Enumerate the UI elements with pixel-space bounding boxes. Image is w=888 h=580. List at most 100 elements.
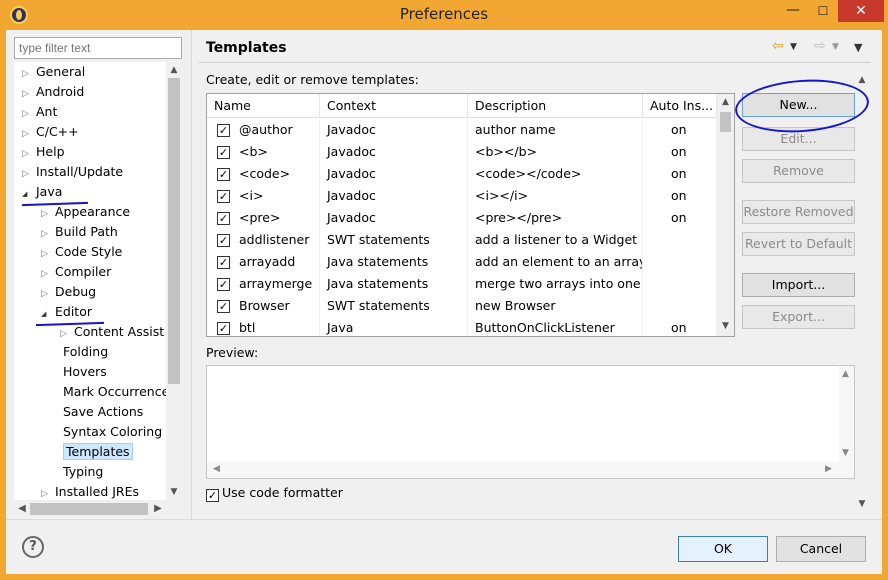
table-row[interactable]: ✓ addlistener SWT statements add a listener… (207, 229, 717, 251)
expand-arrow-icon[interactable]: ▷ (22, 124, 36, 144)
row-checkbox[interactable]: ✓ (217, 212, 230, 225)
table-row[interactable]: ✓ <i> Javadoc <i></i> on (207, 185, 717, 207)
preview-area[interactable]: ▲ ▼ ◀ ▶ (206, 365, 855, 479)
expand-arrow-icon[interactable]: ▷ (22, 164, 36, 184)
help-icon[interactable]: ? (22, 536, 44, 558)
table-row[interactable]: ✓ <pre> Javadoc <pre></pre> on (207, 207, 717, 229)
table-row[interactable]: ✓ Browser SWT statements new Browser (207, 295, 717, 317)
table-row[interactable]: ✓ <code> Javadoc <code></code> on (207, 163, 717, 185)
export-button[interactable]: Export... (742, 305, 855, 329)
close-button[interactable]: ✕ (838, 0, 884, 22)
tree-item[interactable]: ▷ Code Style (41, 242, 122, 262)
expand-arrow-icon[interactable]: ▷ (41, 284, 55, 304)
row-checkbox[interactable]: ✓ (217, 190, 230, 203)
expand-arrow-icon[interactable]: ▷ (41, 264, 55, 284)
page-vertical-scrollbar[interactable]: ▲ ▼ (854, 72, 870, 512)
expand-arrow-icon[interactable]: ▷ (60, 324, 74, 344)
filter-input[interactable] (14, 37, 182, 59)
collapse-arrow-icon[interactable]: ◢ (22, 184, 36, 204)
revert-to-default-button[interactable]: Revert to Default (742, 232, 855, 256)
scroll-thumb[interactable] (720, 112, 731, 132)
tree-item[interactable]: Folding (60, 342, 108, 362)
tree-item[interactable]: ▷ Installed JREs (41, 482, 139, 502)
tree-item[interactable]: ▷ Content Assist (60, 322, 164, 342)
scroll-right-arrow-icon[interactable]: ▶ (150, 500, 166, 518)
preview-horizontal-scrollbar[interactable]: ◀ ▶ (207, 462, 839, 478)
checkbox-checked-icon[interactable]: ✓ (206, 489, 219, 502)
tree-item[interactable]: ▷ Compiler (41, 262, 111, 282)
forward-arrow-icon[interactable]: ⇨ (814, 38, 826, 54)
tree-item[interactable]: Templates (60, 442, 133, 462)
tree-item[interactable]: ▷ Build Path (41, 222, 118, 242)
scroll-down-arrow-icon[interactable]: ▼ (854, 496, 870, 512)
scroll-right-arrow-icon[interactable]: ▶ (825, 464, 832, 474)
tree-item[interactable]: Save Actions (60, 402, 143, 422)
tree-item[interactable]: ▷ Help (22, 142, 65, 162)
row-checkbox[interactable]: ✓ (217, 168, 230, 181)
tree-item[interactable]: ▷ C/C++ (22, 122, 79, 142)
expand-arrow-icon[interactable]: ▷ (41, 244, 55, 264)
pane-divider[interactable] (191, 30, 192, 520)
table-row[interactable]: ✓ arrayadd Java statements add an element t… (207, 251, 717, 273)
restore-removed-button[interactable]: Restore Removed (742, 200, 855, 224)
scroll-left-arrow-icon[interactable]: ◀ (213, 464, 220, 474)
scroll-down-arrow-icon[interactable]: ▼ (842, 448, 849, 458)
tree-horizontal-scrollbar[interactable]: ◀ ▶ (14, 500, 182, 518)
maximize-button[interactable]: ☐ (808, 0, 838, 22)
minimize-button[interactable]: — (778, 0, 808, 22)
row-checkbox[interactable]: ✓ (217, 300, 230, 313)
scroll-up-arrow-icon[interactable]: ▲ (166, 62, 182, 78)
tree-item[interactable]: ▷ Android (22, 82, 84, 102)
scroll-thumb[interactable] (30, 503, 148, 515)
back-arrow-icon[interactable]: ⇦ (772, 38, 784, 54)
preview-vertical-scrollbar[interactable]: ▲ ▼ (839, 366, 854, 462)
expand-arrow-icon[interactable]: ▷ (41, 204, 55, 224)
scroll-down-arrow-icon[interactable]: ▼ (717, 318, 734, 335)
expand-arrow-icon[interactable]: ▷ (22, 104, 36, 124)
expand-arrow-icon[interactable]: ▷ (41, 224, 55, 244)
scroll-up-arrow-icon[interactable]: ▲ (842, 369, 849, 379)
tree-item[interactable]: ◢ Java (22, 182, 62, 202)
ok-button[interactable]: OK (678, 536, 768, 562)
table-row[interactable]: ✓ arraymerge Java statements merge two arra… (207, 273, 717, 295)
tree-item[interactable]: Syntax Coloring (60, 422, 162, 442)
tree-item[interactable]: ▷ Debug (41, 282, 96, 302)
back-dropdown-icon[interactable]: ▼ (790, 42, 797, 52)
scroll-up-arrow-icon[interactable]: ▲ (854, 72, 870, 88)
collapse-arrow-icon[interactable]: ◢ (41, 304, 55, 324)
tree-vertical-scrollbar[interactable]: ▲ ▼ (166, 62, 182, 500)
remove-button[interactable]: Remove (742, 159, 855, 183)
column-header-auto-insert[interactable]: Auto Ins... (643, 94, 717, 118)
tree-item[interactable]: Mark Occurrences (60, 382, 176, 402)
tree-item[interactable]: ▷ General (22, 62, 85, 82)
row-checkbox[interactable]: ✓ (217, 322, 230, 335)
forward-dropdown-icon[interactable]: ▼ (832, 42, 839, 52)
scroll-thumb[interactable] (168, 78, 180, 384)
cancel-button[interactable]: Cancel (776, 536, 866, 562)
table-vertical-scrollbar[interactable]: ▲ ▼ (717, 94, 734, 336)
tree-item[interactable]: Hovers (60, 362, 107, 382)
table-row[interactable]: ✓ btl Java ButtonOnClickListener on (207, 317, 717, 336)
view-menu-icon[interactable]: ▼ (854, 41, 862, 54)
scroll-up-arrow-icon[interactable]: ▲ (717, 94, 734, 111)
tree-item[interactable]: ▷ Ant (22, 102, 57, 122)
tree-item[interactable]: Typing (60, 462, 103, 482)
row-checkbox[interactable]: ✓ (217, 146, 230, 159)
column-header-name[interactable]: Name (207, 94, 320, 118)
row-checkbox[interactable]: ✓ (217, 256, 230, 269)
scroll-left-arrow-icon[interactable]: ◀ (14, 500, 30, 518)
import-button[interactable]: Import... (742, 273, 855, 297)
row-checkbox[interactable]: ✓ (217, 234, 230, 247)
tree-item[interactable]: ▷ Install/Update (22, 162, 123, 182)
expand-arrow-icon[interactable]: ▷ (22, 64, 36, 84)
column-header-context[interactable]: Context (320, 94, 468, 118)
column-header-description[interactable]: Description (468, 94, 643, 118)
expand-arrow-icon[interactable]: ▷ (22, 84, 36, 104)
table-row[interactable]: ✓ <b> Javadoc <b></b> on (207, 141, 717, 163)
row-checkbox[interactable]: ✓ (217, 124, 230, 137)
use-code-formatter-checkbox[interactable]: ✓ Use code formatter (206, 485, 343, 503)
row-checkbox[interactable]: ✓ (217, 278, 230, 291)
tree-item[interactable]: ◢ Editor (41, 302, 92, 322)
scroll-down-arrow-icon[interactable]: ▼ (166, 484, 182, 500)
table-row[interactable]: ✓ @author Javadoc author name on (207, 119, 717, 141)
